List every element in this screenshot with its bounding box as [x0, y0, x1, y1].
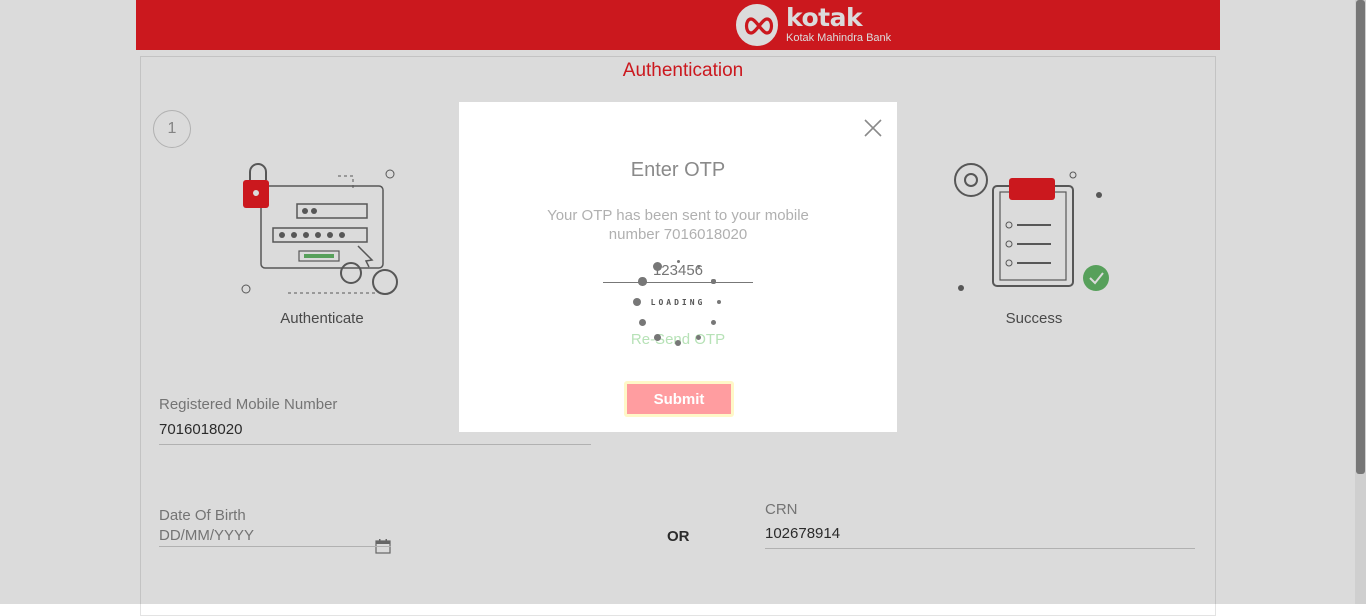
- submit-button[interactable]: Submit: [627, 384, 731, 414]
- loading-text: LOADING: [650, 298, 706, 307]
- loading-spinner: LOADING: [628, 252, 728, 352]
- close-icon[interactable]: [861, 116, 885, 140]
- spinner-dot: [652, 261, 663, 271]
- otp-sent-message: Your OTP has been sent to your mobile nu…: [547, 207, 809, 243]
- spinner-dot: [638, 277, 647, 286]
- spinner-dot: [695, 334, 702, 341]
- spinner-dot: [674, 339, 682, 347]
- modal-title: Enter OTP: [630, 159, 726, 181]
- submit-focus-ring: Submit: [624, 381, 734, 417]
- spinner-dot: [676, 259, 680, 263]
- spinner-dot: [696, 264, 701, 269]
- spinner-dot: [711, 279, 716, 284]
- spinner-dot: [638, 318, 647, 327]
- spinner-dot: [654, 334, 661, 341]
- spinner-dot: [710, 319, 717, 326]
- spinner-dot: [633, 298, 641, 306]
